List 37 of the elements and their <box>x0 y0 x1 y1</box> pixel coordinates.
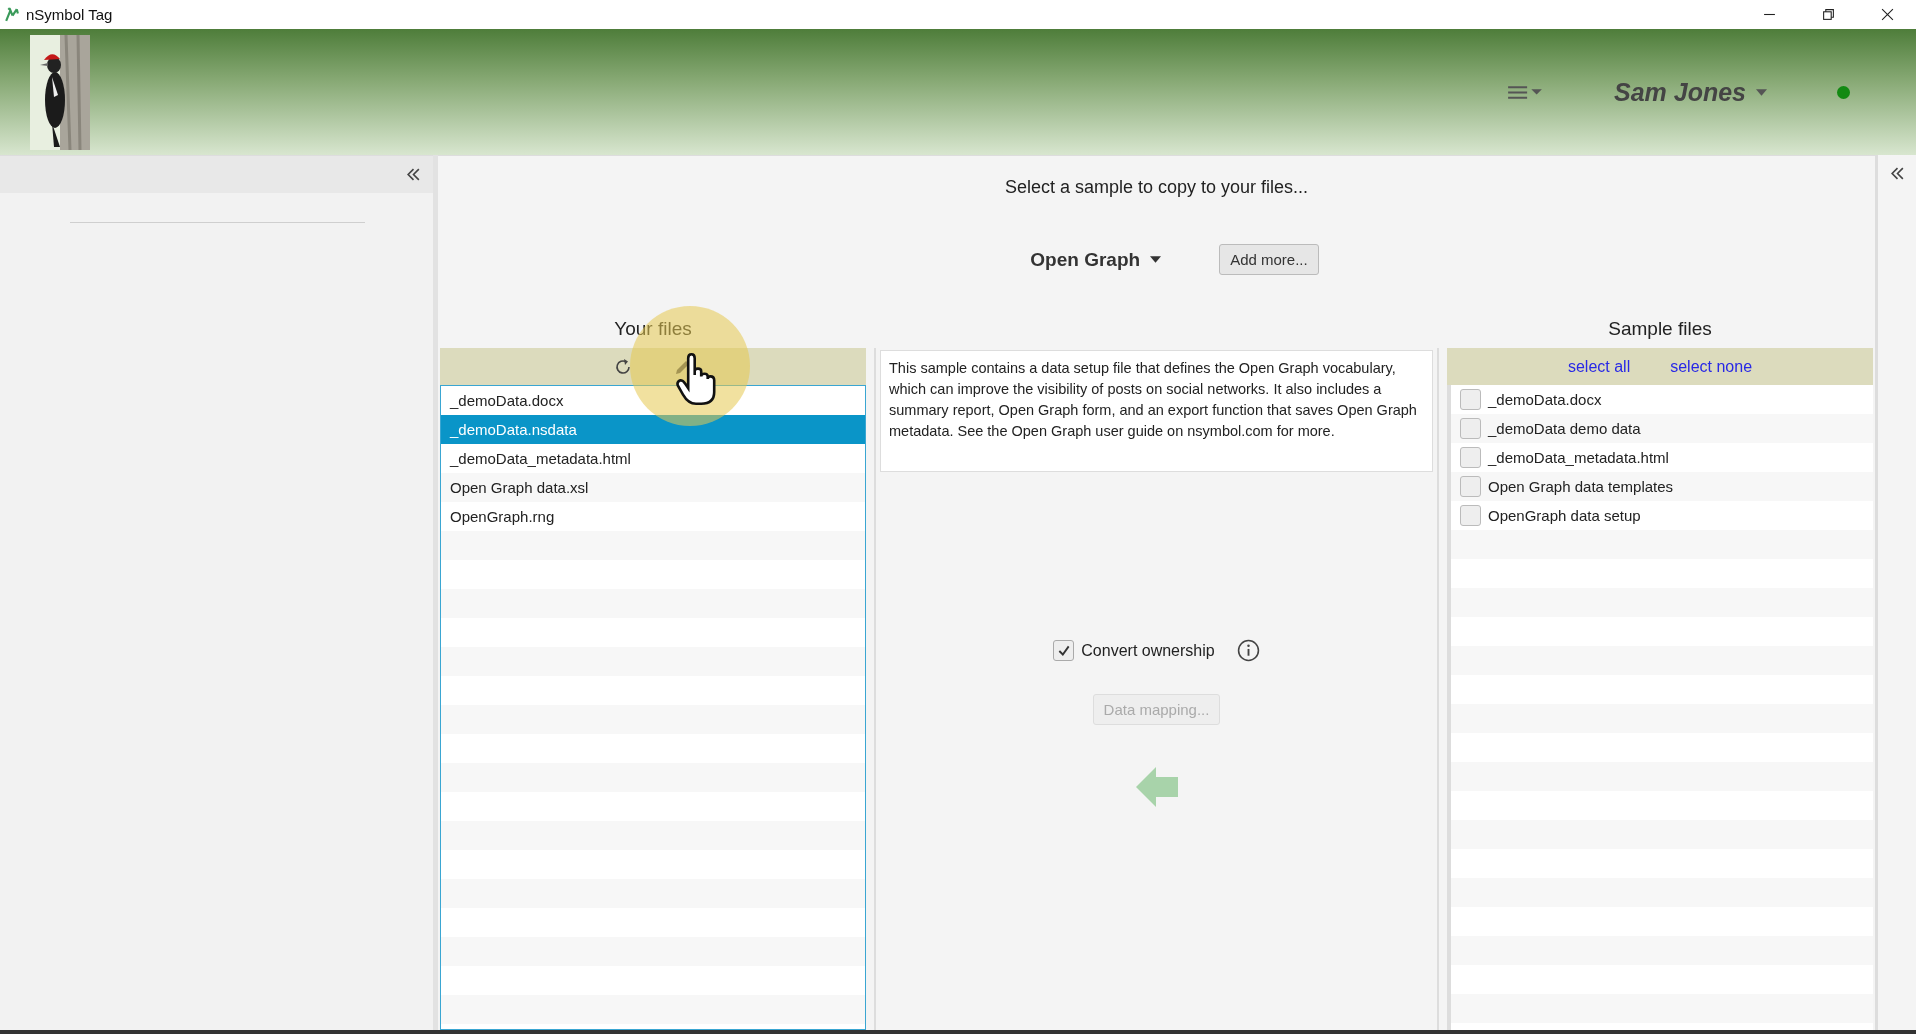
column-heading: Sample files <box>1607 317 1713 341</box>
window-title: nSymbol Tag <box>26 6 113 23</box>
checkbox[interactable] <box>1460 418 1481 439</box>
sample-file-name[interactable]: _demoData.docx <box>1488 385 1602 414</box>
prompt-text: Select a sample to copy to your files... <box>1004 177 1309 198</box>
hand-cursor-icon <box>676 353 716 405</box>
info-icon[interactable] <box>1236 639 1260 662</box>
sample-set-dropdown[interactable]: Open Graph <box>1024 247 1168 272</box>
caret-icon <box>1756 88 1767 96</box>
restore-icon[interactable] <box>1822 8 1835 21</box>
close-icon[interactable] <box>1881 8 1894 21</box>
sample-description: This sample contains a data setup file that defines the Open Graph vocabulary, which can improve the visibility of posts on social networks. It also includes a summary report, Open Graph form, and an export function that saves Open Graph metadata. See the Open Graph user guide on nsymbol.com for more. <box>880 350 1433 472</box>
sample-file-name[interactable]: OpenGraph data setup <box>1488 501 1641 530</box>
sample-file-name[interactable]: Open Graph data templates <box>1488 472 1674 501</box>
file-item[interactable]: _demoData.docx <box>441 386 865 415</box>
checkmark-icon <box>1056 643 1071 658</box>
file-item[interactable]: _demoData_metadata.html <box>441 444 865 473</box>
checkbox[interactable] <box>1460 476 1481 497</box>
column-heading: Your files <box>613 317 693 341</box>
sample-file-name[interactable]: _demoData_metadata.html <box>1488 443 1669 472</box>
refresh-icon[interactable] <box>613 356 633 377</box>
caret-icon <box>1150 256 1162 263</box>
checkbox[interactable] <box>1460 505 1481 526</box>
add-more-button[interactable]: Add more... <box>1219 244 1319 275</box>
checkbox[interactable] <box>1460 447 1481 468</box>
expand-icon[interactable] <box>1889 167 1905 180</box>
menu-icon[interactable] <box>1506 83 1544 101</box>
user-menu[interactable]: Sam Jones <box>1614 77 1767 107</box>
select-none-link[interactable]: select none <box>1670 357 1753 376</box>
file-item[interactable]: Open Graph data.xsl <box>441 473 865 502</box>
collapse-icon[interactable] <box>406 168 421 181</box>
sample-file-name[interactable]: _demoData demo data <box>1488 414 1641 443</box>
convert-ownership-checkbox[interactable]: Convert ownership <box>1053 640 1215 661</box>
select-all-link[interactable]: select all <box>1567 357 1631 376</box>
app-logo-icon <box>3 6 20 23</box>
checkbox[interactable] <box>1460 389 1481 410</box>
file-item[interactable]: OpenGraph.rng <box>441 502 865 531</box>
